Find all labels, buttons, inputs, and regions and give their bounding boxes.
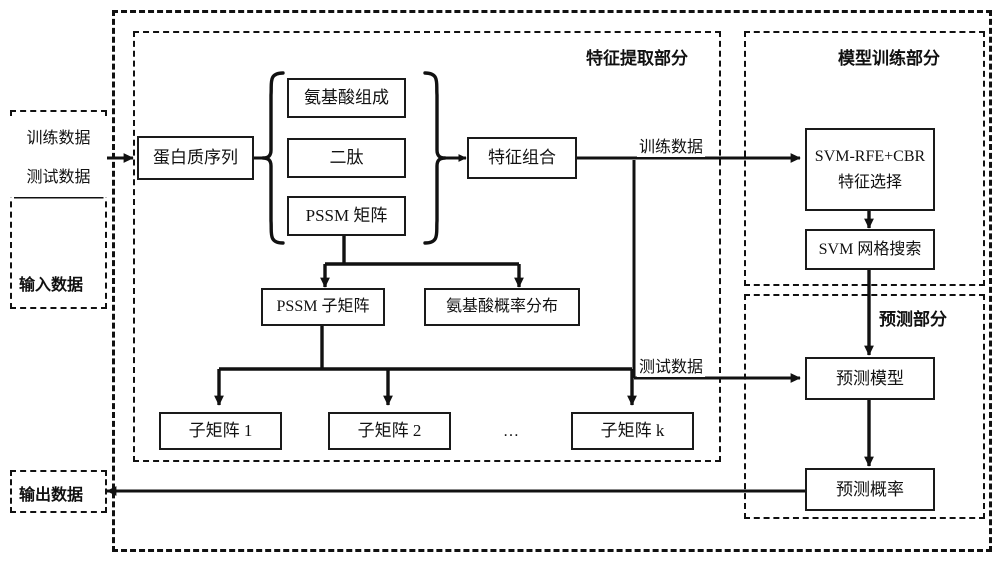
node-submatrix-1-label: 子矩阵 1 <box>188 421 253 441</box>
submatrix-ellipsis: … <box>503 423 521 440</box>
node-prediction-model-label: 预测模型 <box>836 368 904 388</box>
node-submatrix-k-label: 子矩阵 k <box>600 421 665 441</box>
node-protein-sequence-label: 蛋白质序列 <box>153 148 238 168</box>
node-protein-sequence[interactable]: 蛋白质序列 <box>137 136 254 180</box>
node-submatrix-2-label: 子矩阵 2 <box>357 421 422 441</box>
node-feature-combination-label: 特征组合 <box>488 148 556 168</box>
node-submatrix-k[interactable]: 子矩阵 k <box>571 412 694 450</box>
node-prediction-probability[interactable]: 预测概率 <box>805 468 935 511</box>
flowchart-canvas: 特征提取部分 模型训练部分 预测部分 输入数据 输出数据 训练数据 测试数据 蛋… <box>0 0 1000 564</box>
edge-label-test-data: 测试数据 <box>637 353 706 377</box>
node-svm-rfe-cbr-line2: 特征选择 <box>837 173 902 191</box>
node-svm-rfe-cbr[interactable]: SVM-RFE+CBR 特征选择 <box>805 128 935 211</box>
node-prediction-model[interactable]: 预测模型 <box>805 357 935 400</box>
node-svm-grid-search[interactable]: SVM 网格搜索 <box>805 229 935 270</box>
node-pssm-submatrix[interactable]: PSSM 子矩阵 <box>261 288 385 326</box>
node-submatrix-1[interactable]: 子矩阵 1 <box>159 412 282 450</box>
node-test-data-label: 测试数据 <box>26 168 91 186</box>
node-feature-combination[interactable]: 特征组合 <box>467 137 577 179</box>
node-train-data[interactable]: 训练数据 <box>10 120 107 158</box>
node-prediction-probability-label: 预测概率 <box>836 479 904 499</box>
node-amino-acid-composition[interactable]: 氨基酸组成 <box>287 78 406 118</box>
node-amino-acid-probability-distribution[interactable]: 氨基酸概率分布 <box>424 288 580 326</box>
node-submatrix-2[interactable]: 子矩阵 2 <box>328 412 451 450</box>
node-amino-acid-probability-distribution-label: 氨基酸概率分布 <box>445 298 558 315</box>
node-dipeptide[interactable]: 二肽 <box>287 138 406 178</box>
node-amino-acid-composition-label: 氨基酸组成 <box>304 88 389 108</box>
node-svm-rfe-cbr-line1: SVM-RFE+CBR <box>814 147 926 165</box>
node-train-data-label: 训练数据 <box>26 130 91 147</box>
node-svm-grid-search-label: SVM 网格搜索 <box>818 240 922 258</box>
node-pssm-submatrix-label: PSSM 子矩阵 <box>276 298 370 315</box>
node-pssm-matrix[interactable]: PSSM 矩阵 <box>287 196 406 236</box>
node-dipeptide-label: 二肽 <box>329 148 364 168</box>
edge-label-training-data: 训练数据 <box>637 133 706 157</box>
node-test-data[interactable]: 测试数据 <box>10 158 107 197</box>
node-pssm-matrix-label: PSSM 矩阵 <box>305 206 388 226</box>
